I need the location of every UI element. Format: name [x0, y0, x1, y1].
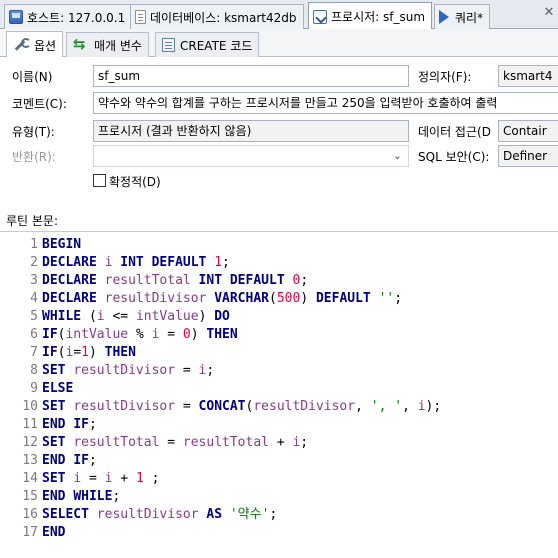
code-line[interactable]: 7 IF(i=1) THEN — [0, 344, 136, 362]
tab-create-code[interactable]: CREATE 코드 — [155, 32, 260, 57]
line-number: 7 — [30, 345, 38, 360]
code-text: DECLARE resultDivisor VARCHAR(500) DEFAU… — [42, 291, 403, 306]
code-text: SET resultDivisor = i; — [42, 363, 215, 378]
return-label: 반환(R): — [12, 150, 56, 164]
line-number: 11 — [22, 417, 38, 432]
code-line[interactable]: 14 SET i = i + 1 ; — [0, 470, 159, 488]
tab-procedure[interactable]: 프로시저: sf_sum — [308, 2, 433, 30]
line-number: 15 — [22, 489, 38, 504]
tab-procedure-label: 프로시저: sf_sum — [331, 10, 426, 24]
line-number: 16 — [22, 507, 38, 522]
code-text: SET i = i + 1 ; — [42, 471, 160, 486]
data-access-value: Contair — [503, 124, 547, 138]
sql-security-label: SQL 보안(C): — [418, 150, 490, 164]
line-number: 5 — [30, 309, 38, 324]
type-value: 프로시저 (결과 반환하지 않음) — [98, 124, 252, 138]
code-text: IF(intValue % i = 0) THEN — [42, 327, 238, 342]
code-line[interactable]: 11 END IF; — [0, 416, 97, 434]
line-number: 12 — [22, 435, 38, 450]
line-number: 2 — [30, 255, 38, 270]
tab-host[interactable]: 호스트: 127.0.0.1 — [4, 4, 133, 29]
name-label: 이름(N) — [12, 70, 53, 84]
comment-field[interactable]: 약수와 약수의 합계를 구하는 프로시저를 만들고 250을 입력받아 호출하여… — [93, 92, 558, 114]
code-line[interactable]: 10 SET resultDivisor = CONCAT(resultDivis… — [0, 398, 441, 416]
line-number: 14 — [22, 471, 38, 486]
code-text: END IF; — [42, 417, 97, 432]
code-text: END — [42, 525, 66, 540]
code-text: DECLARE resultTotal INT DEFAULT 0; — [42, 273, 309, 288]
code-text: DECLARE i INT DEFAULT 1; — [42, 255, 230, 270]
definer-select[interactable]: ksmart4 — [498, 65, 558, 87]
code-line[interactable]: 5 WHILE (i <= intValue) DO — [0, 308, 230, 326]
document-icon — [162, 38, 175, 52]
routine-body-label: 루틴 본문: — [6, 214, 59, 228]
tab-options[interactable]: 옵션 — [6, 31, 64, 58]
line-number: 3 — [30, 273, 38, 288]
sql-security-select[interactable]: Definer — [498, 145, 558, 167]
tab-parameters-label: 매개 변수 — [94, 38, 142, 53]
sql-security-value: Definer — [503, 149, 548, 163]
line-number: 10 — [22, 399, 38, 414]
code-line[interactable]: 2 DECLARE i INT DEFAULT 1; — [0, 254, 230, 272]
code-text: SELECT resultDivisor AS '약수'; — [42, 507, 278, 522]
code-line[interactable]: 9 ELSE — [0, 380, 73, 398]
tab-options-label: 옵션 — [34, 38, 57, 53]
tab-database-label: 데이터베이스: ksmart42db — [150, 10, 297, 25]
arrows-icon — [73, 35, 89, 53]
code-text: BEGIN — [42, 237, 82, 252]
tab-parameters[interactable]: 매개 변수 — [66, 32, 149, 57]
procedure-icon — [313, 9, 327, 24]
code-line[interactable]: 1 BEGIN — [0, 236, 81, 254]
code-line[interactable]: 3 DECLARE resultTotal INT DEFAULT 0; — [0, 272, 308, 290]
code-text: ELSE — [42, 381, 74, 396]
tab-create-code-label: CREATE 코드 — [180, 38, 253, 53]
top-tab-bar: 호스트: 127.0.0.1 데이터베이스: ksmart42db 프로시저: … — [0, 0, 558, 30]
code-line[interactable]: 12 SET resultTotal = resultTotal + i; — [0, 434, 308, 452]
deterministic-label: 확정적(D) — [109, 175, 161, 189]
line-number: 17 — [22, 525, 38, 540]
definer-value: ksmart4 — [503, 69, 553, 83]
data-access-select[interactable]: Contair — [498, 120, 558, 142]
line-number: 9 — [30, 381, 38, 396]
code-line[interactable]: 16 SELECT resultDivisor AS '약수'; — [0, 506, 277, 524]
code-line[interactable]: 6 IF(intValue % i = 0) THEN — [0, 326, 238, 344]
line-number: 13 — [22, 453, 38, 468]
code-line[interactable]: 4 DECLARE resultDivisor VARCHAR(500) DEFA… — [0, 290, 402, 308]
code-text: IF(i=1) THEN — [42, 345, 136, 360]
code-text: END WHILE; — [42, 489, 121, 504]
tab-database[interactable]: 데이터베이스: ksmart42db — [130, 4, 304, 29]
line-number: 8 — [30, 363, 38, 378]
type-label: 유형(T): — [12, 125, 55, 139]
tab-query[interactable]: 쿼리* — [434, 4, 491, 29]
code-line[interactable]: 17 END — [0, 524, 65, 542]
code-text: SET resultDivisor = CONCAT(resultDivisor… — [42, 399, 442, 414]
code-line[interactable]: 13 END IF; — [0, 452, 97, 470]
host-icon — [9, 10, 23, 24]
line-number: 4 — [30, 291, 38, 306]
chevron-down-icon: ⌄ — [392, 149, 402, 162]
sub-tab-bar: 옵션 매개 변수 CREATE 코드 — [0, 29, 558, 58]
return-select: ⌄ — [93, 145, 409, 167]
data-access-label: 데이터 접근(D — [418, 125, 491, 139]
code-text: SET resultTotal = resultTotal + i; — [42, 435, 309, 450]
comment-label: 코멘트(C): — [12, 97, 67, 111]
options-form: 이름(N) sf_sum 정의자(F): ksmart4 코멘트(C): 약수와… — [0, 57, 558, 204]
wrench-icon — [13, 38, 31, 52]
tab-host-label: 호스트: 127.0.0.1 — [27, 10, 126, 25]
code-text: END IF; — [42, 453, 97, 468]
line-number: 1 — [30, 237, 38, 252]
line-number: 6 — [30, 327, 38, 342]
deterministic-checkbox[interactable] — [93, 174, 106, 187]
close-icon[interactable]: ✕ — [542, 6, 556, 20]
code-line[interactable]: 15 END WHILE; — [0, 488, 120, 506]
database-icon — [135, 10, 146, 24]
play-icon — [439, 10, 449, 24]
name-field[interactable]: sf_sum — [93, 65, 409, 87]
type-select[interactable]: 프로시저 (결과 반환하지 않음) — [93, 120, 409, 142]
routine-body-editor[interactable]: 1 BEGIN 2 DECLARE i INT DEFAULT 1; 3 DECLARE … — [0, 231, 558, 558]
tab-query-label: 쿼리* — [455, 10, 484, 25]
code-line[interactable]: 8 SET resultDivisor = i; — [0, 362, 214, 380]
definer-label: 정의자(F): — [418, 70, 472, 84]
code-text: WHILE (i <= intValue) DO — [42, 309, 230, 324]
